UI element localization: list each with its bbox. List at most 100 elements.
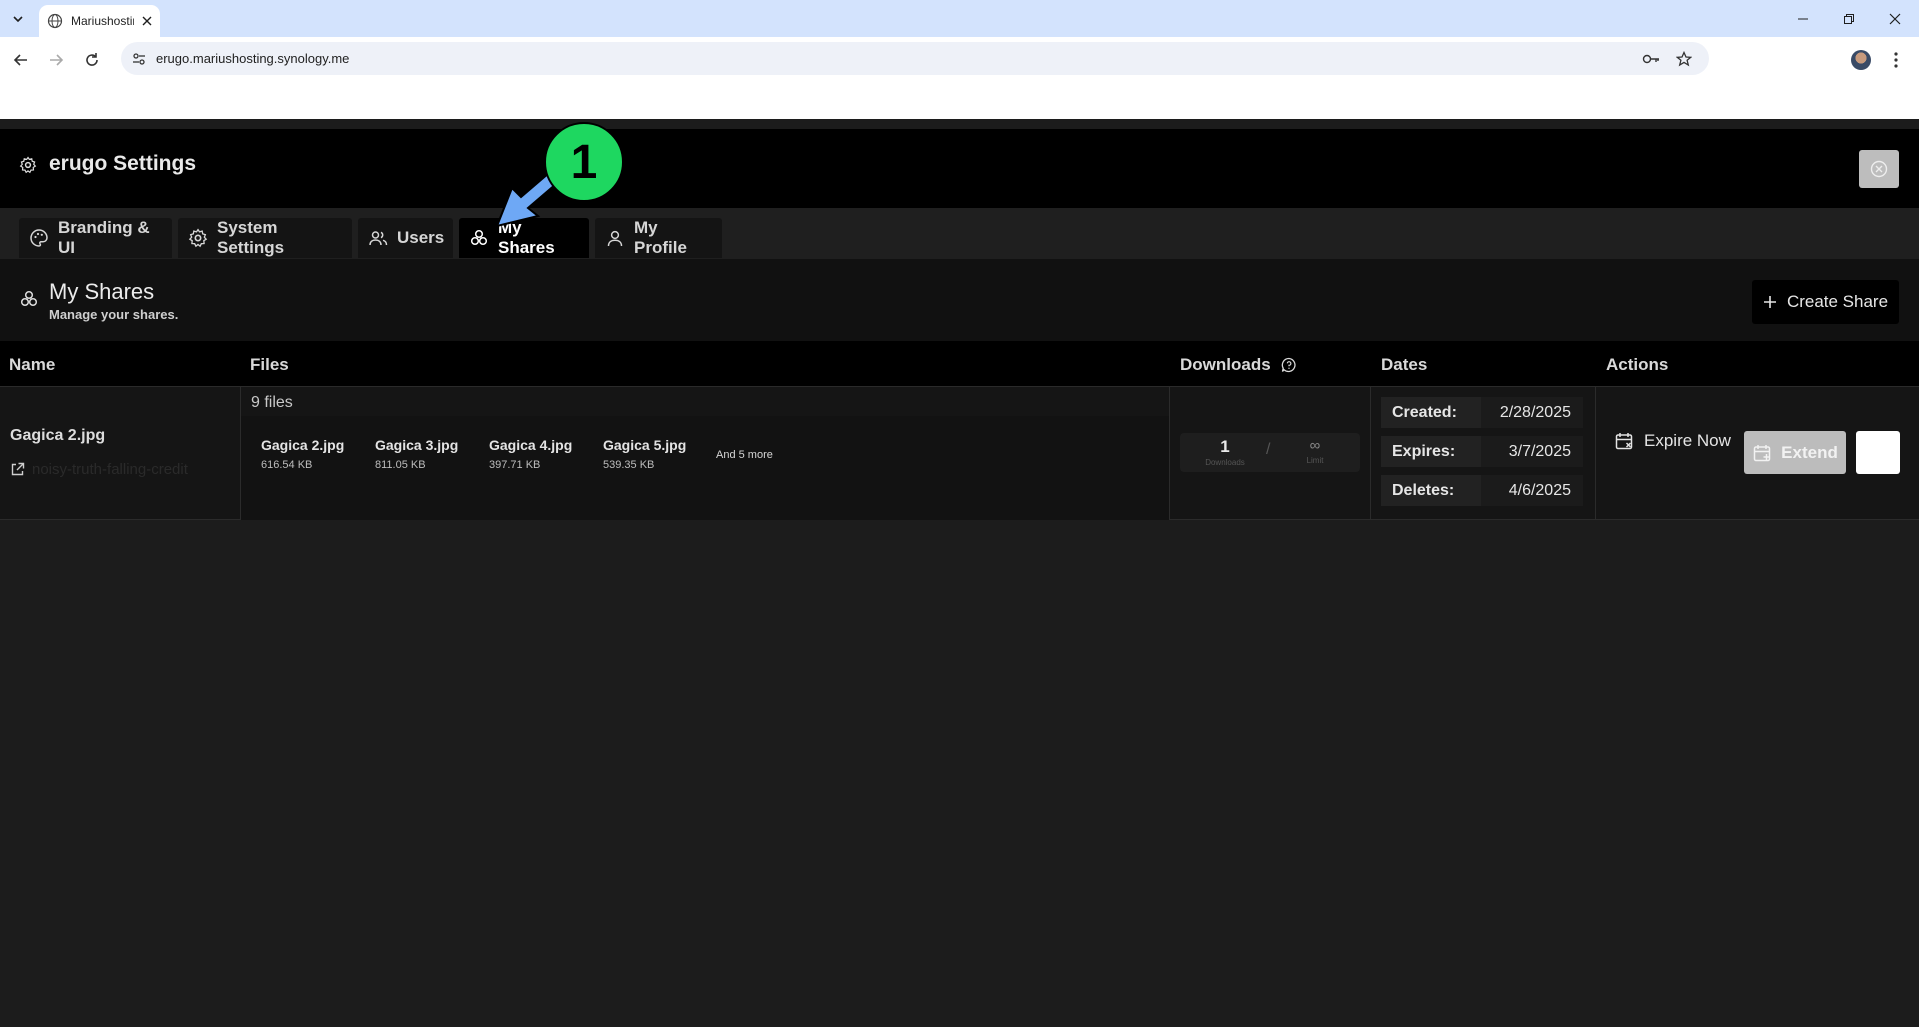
shares-icon — [470, 229, 488, 246]
close-tab-icon[interactable] — [142, 16, 152, 26]
close-settings-button[interactable] — [1859, 150, 1899, 188]
close-circle-icon — [1870, 160, 1888, 178]
date-expires: Expires: 3/7/2025 — [1381, 436, 1583, 467]
password-key-icon[interactable] — [1641, 49, 1661, 69]
settings-tabs: Branding & UI System Settings Users My S… — [0, 208, 1919, 259]
date-created: Created: 2/28/2025 — [1381, 397, 1583, 428]
users-icon — [369, 231, 388, 246]
restore-icon — [1844, 13, 1854, 24]
close-icon — [1889, 13, 1901, 24]
gear-icon — [188, 228, 208, 248]
section-title: My Shares — [49, 279, 155, 304]
downloads-separator: / — [1266, 441, 1271, 458]
settings-title: erugo Settings — [49, 152, 197, 175]
browser-tab[interactable]: Mariushosting — [39, 5, 160, 37]
expire-now-label: Expire Now — [1644, 431, 1731, 450]
file-size: 539.35 KB — [603, 459, 655, 471]
share-link-text: noisy-truth-falling-credit — [32, 461, 188, 478]
page-top-strip — [0, 82, 1919, 119]
restore-button[interactable] — [1827, 0, 1871, 37]
tab-label: Users — [397, 228, 445, 247]
calendar-x-icon — [1615, 433, 1633, 450]
browser-toolbar: erugo.mariushosting.synology.me — [0, 37, 1919, 82]
cell-actions: Expire Now Extend — [1596, 387, 1919, 520]
calendar-plus-icon — [1753, 444, 1771, 461]
cell-files: 9 files Gagica 2.jpg 616.54 KB Gagica 3.… — [241, 387, 1170, 520]
external-link-icon — [11, 462, 25, 476]
site-info-icon[interactable] — [129, 49, 149, 69]
header-downloads: Downloads — [1180, 355, 1297, 375]
table-header: Name Files Downloads Dates Actions — [0, 341, 1919, 387]
share-link[interactable]: noisy-truth-falling-credit — [10, 461, 188, 478]
reload-button[interactable] — [77, 45, 107, 75]
header-files: Files — [250, 355, 289, 374]
file-item: Gagica 5.jpg 539.35 KB — [603, 437, 686, 471]
file-item: Gagica 3.jpg 811.05 KB — [375, 437, 458, 471]
browser-menu-button[interactable] — [1886, 50, 1906, 70]
minimize-button[interactable] — [1781, 0, 1825, 37]
tab-system-settings[interactable]: System Settings — [178, 218, 352, 258]
chevron-down-icon — [13, 16, 23, 23]
create-share-label: Create Share — [1786, 292, 1889, 311]
section-header: My Shares Manage your shares. Create Sha… — [0, 259, 1919, 341]
more-files: And 5 more — [716, 449, 773, 461]
erugo-app: erugo Settings Branding & UI System Sett… — [0, 119, 1919, 1027]
file-name: Gagica 2.jpg — [261, 437, 345, 453]
files-list: Gagica 2.jpg 616.54 KB Gagica 3.jpg 811.… — [241, 416, 1169, 520]
tab-my-profile[interactable]: My Profile — [595, 218, 722, 258]
cell-downloads: 1 Downloads / ∞ Limit — [1170, 387, 1371, 520]
globe-icon — [47, 13, 63, 29]
minimize-icon — [1798, 18, 1808, 19]
file-name: Gagica 4.jpg — [489, 437, 573, 453]
file-item: Gagica 4.jpg 397.71 KB — [489, 437, 572, 471]
expire-now-button[interactable]: Expire Now — [1614, 431, 1731, 451]
section-subtitle: Manage your shares. — [49, 307, 179, 322]
close-window-button[interactable] — [1873, 0, 1917, 37]
more-actions-button[interactable] — [1856, 431, 1900, 474]
extend-label: Extend — [1781, 442, 1838, 462]
url-text: erugo.mariushosting.synology.me — [156, 51, 350, 66]
bookmark-star-icon[interactable] — [1674, 49, 1694, 69]
browser-titlebar: Mariushosting — [0, 0, 1919, 37]
forward-button[interactable] — [41, 45, 71, 75]
arrow-right-icon — [50, 54, 64, 66]
gear-icon — [19, 156, 37, 174]
header-dates: Dates — [1381, 355, 1428, 374]
header-actions: Actions — [1606, 355, 1669, 374]
download-count: 1 Downloads — [1205, 437, 1245, 467]
create-share-button[interactable]: Create Share — [1752, 280, 1899, 324]
cell-dates: Created: 2/28/2025 Expires: 3/7/2025 Del… — [1371, 387, 1596, 520]
palette-icon — [30, 229, 48, 247]
tab-my-shares[interactable]: My Shares — [459, 218, 589, 258]
shares-icon — [20, 290, 38, 307]
extend-button[interactable]: Extend — [1744, 431, 1846, 474]
date-deletes: Deletes: 4/6/2025 — [1381, 475, 1583, 506]
back-button[interactable] — [6, 45, 36, 75]
help-bubble-icon[interactable] — [1281, 357, 1297, 373]
tab-label: System Settings — [217, 218, 285, 257]
file-size: 811.05 KB — [375, 459, 426, 471]
tab-label: Branding & UI — [58, 218, 150, 257]
cell-name: Gagica 2.jpg noisy-truth-falling-credit — [0, 387, 241, 520]
share-name: Gagica 2.jpg — [10, 427, 106, 444]
download-limit: ∞ Limit — [1306, 437, 1324, 465]
file-size: 616.54 KB — [261, 459, 313, 471]
header-name: Name — [9, 355, 56, 374]
tab-branding-ui[interactable]: Branding & UI — [19, 218, 172, 258]
address-bar[interactable]: erugo.mariushosting.synology.me — [121, 42, 1709, 75]
tab-search-dropdown[interactable] — [6, 7, 30, 31]
user-icon — [607, 230, 623, 247]
downloads-box: 1 Downloads / ∞ Limit — [1180, 433, 1360, 472]
tab-users[interactable]: Users — [358, 218, 453, 258]
plus-icon — [1763, 296, 1776, 308]
file-name: Gagica 5.jpg — [603, 437, 687, 453]
tab-label: My Profile — [634, 218, 687, 257]
files-count: 9 files — [251, 394, 293, 411]
file-name: Gagica 3.jpg — [375, 437, 459, 453]
file-size: 397.71 KB — [489, 459, 541, 471]
reload-icon — [86, 53, 98, 66]
profile-avatar[interactable] — [1851, 50, 1871, 70]
more-vertical-icon — [1894, 52, 1898, 68]
arrow-left-icon — [13, 54, 27, 66]
tab-label: My Shares — [498, 218, 555, 257]
